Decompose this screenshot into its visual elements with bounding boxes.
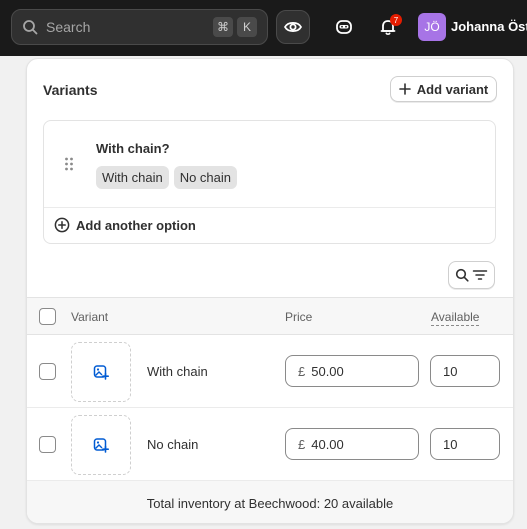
price-input[interactable]: £ 40.00 <box>285 428 419 460</box>
header-variant: Variant <box>71 310 109 324</box>
table-row[interactable]: No chain £ 40.00 10 <box>27 408 513 481</box>
variant-name[interactable]: No chain <box>147 437 198 452</box>
card-title: Variants <box>43 82 98 98</box>
variants-table-header: Variant Price Available <box>27 297 513 335</box>
add-another-option-button[interactable]: Add another option <box>54 217 196 233</box>
shortcut-key-cmd: ⌘ <box>213 17 233 37</box>
search-placeholder: Search <box>46 19 91 35</box>
add-media-thumbnail[interactable] <box>71 342 131 402</box>
filter-icon <box>472 268 488 282</box>
search-icon <box>455 268 469 282</box>
available-value: 10 <box>443 363 458 379</box>
option-name[interactable]: With chain? <box>96 141 170 156</box>
inventory-total-text: Total inventory at Beechwood: 20 availab… <box>146 495 394 511</box>
plus-circle-icon <box>54 217 70 233</box>
table-row[interactable]: With chain £ 50.00 10 <box>27 335 513 408</box>
option-value-chip[interactable]: With chain <box>96 166 169 189</box>
available-input[interactable]: 10 <box>430 355 500 387</box>
select-all-checkbox[interactable] <box>39 308 56 325</box>
inventory-total-footer: Total inventory at Beechwood: 20 availab… <box>27 481 513 523</box>
add-variant-label: Add variant <box>416 81 489 97</box>
preview-button[interactable] <box>276 10 310 44</box>
sidekick-icon <box>335 18 353 36</box>
row-checkbox[interactable] <box>39 363 56 380</box>
top-bar: Search ⌘ K 7 JÖ Johanna Öst <box>0 0 527 56</box>
header-price: Price <box>285 310 313 324</box>
search-bar[interactable]: Search ⌘ K <box>11 9 268 45</box>
image-add-icon <box>93 437 109 453</box>
header-available[interactable]: Available <box>431 310 480 326</box>
option-values: With chain No chain <box>96 166 238 189</box>
variants-card: Variants Add variant With chain? With ch… <box>26 58 514 524</box>
add-another-option-label: Add another option <box>76 217 196 233</box>
add-media-thumbnail[interactable] <box>71 415 131 475</box>
notification-badge: 7 <box>390 14 402 26</box>
price-input[interactable]: £ 50.00 <box>285 355 419 387</box>
avatar[interactable]: JÖ <box>418 13 446 41</box>
currency-symbol: £ <box>298 363 306 379</box>
row-checkbox[interactable] <box>39 436 56 453</box>
variant-name[interactable]: With chain <box>147 364 208 379</box>
price-value: 50.00 <box>311 363 344 379</box>
price-value: 40.00 <box>311 436 344 452</box>
drag-handle-icon[interactable] <box>64 157 74 171</box>
option-value-chip[interactable]: No chain <box>173 166 238 189</box>
divider <box>44 207 495 208</box>
option-box: With chain? With chain No chain Add anot… <box>43 120 496 244</box>
add-variant-button[interactable]: Add variant <box>390 76 497 102</box>
search-icon <box>22 19 38 35</box>
eye-icon <box>284 20 302 34</box>
image-add-icon <box>93 364 109 380</box>
shortcut-key-k: K <box>237 17 257 37</box>
plus-icon <box>398 83 411 95</box>
search-filter-button[interactable] <box>448 261 495 289</box>
sidekick-button[interactable] <box>331 14 357 40</box>
currency-symbol: £ <box>298 436 306 452</box>
available-input[interactable]: 10 <box>430 428 500 460</box>
user-name[interactable]: Johanna Öst <box>451 19 527 34</box>
available-value: 10 <box>443 436 458 452</box>
